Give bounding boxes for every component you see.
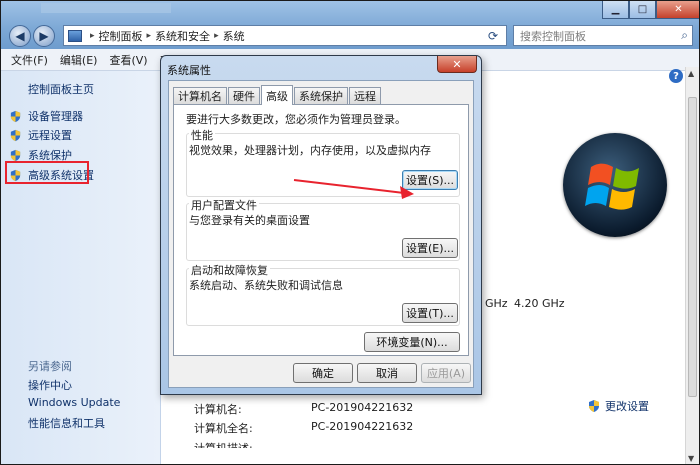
apply-button[interactable]: 应用(A) (421, 363, 471, 383)
startup-recovery-settings-button[interactable]: 设置(T)... (402, 303, 458, 323)
menu-view[interactable]: 查看(V) (103, 52, 153, 68)
user-profiles-settings-button[interactable]: 设置(E)... (402, 238, 458, 258)
user-profiles-group: 用户配置文件 与您登录有关的桌面设置 设置(E)... (186, 197, 460, 261)
see-also-windows-update[interactable]: Windows Update (28, 396, 120, 409)
back-button[interactable]: ◀ (9, 25, 31, 47)
sidebar-item-label: 远程设置 (28, 129, 72, 142)
full-computer-name-value: PC-201904221632 (311, 420, 414, 433)
close-button[interactable]: ✕ (656, 1, 699, 19)
tab-advanced[interactable]: 高级 (261, 85, 293, 105)
tab-strip: 计算机名 硬件 高级 系统保护 远程 (173, 84, 382, 105)
window-controls: ▁ □ ✕ (602, 1, 699, 19)
refresh-icon[interactable]: ⟳ (483, 27, 503, 44)
admin-note: 要进行大多数更改，您必须作为管理员登录。 (186, 113, 406, 126)
cpu-speed-unit: GHz (485, 297, 508, 310)
tab-hardware[interactable]: 硬件 (228, 87, 260, 104)
performance-label: 性能 (189, 127, 215, 143)
cancel-button[interactable]: 取消 (357, 363, 417, 383)
see-also-performance-info[interactable]: 性能信息和工具 (28, 415, 105, 431)
tab-remote[interactable]: 远程 (349, 87, 381, 104)
performance-description: 视觉效果，处理器计划，内存使用，以及虚拟内存 (189, 144, 431, 157)
windows-flag-icon (585, 163, 639, 210)
dialog-close-button[interactable]: ✕ (437, 56, 477, 73)
tab-system-protection[interactable]: 系统保护 (294, 87, 348, 104)
maximize-button[interactable]: □ (629, 1, 656, 19)
computer-description-label: 计算机描述: (194, 440, 253, 448)
vertical-scrollbar[interactable]: ▲ ▼ (685, 67, 699, 464)
forward-button[interactable]: ▶ (33, 25, 55, 47)
sidebar-item-label: 设备管理器 (28, 110, 83, 123)
help-icon[interactable]: ? (669, 69, 683, 83)
search-input[interactable]: 搜索控制面板 ⌕ (513, 25, 693, 46)
sidebar-item-device-manager[interactable]: 设备管理器 (9, 108, 83, 124)
chevron-right-icon: ▸ (90, 30, 95, 41)
change-settings-link[interactable]: 更改设置 (587, 398, 649, 414)
sidebar: 控制面板主页 设备管理器 远程设置 系统保护 高级系统设置 另请参阅 操作中心 … (1, 71, 161, 464)
menu-edit[interactable]: 编辑(E) (54, 52, 104, 68)
shield-icon (589, 400, 599, 412)
annotation-arrow (293, 179, 414, 199)
chevron-right-icon: ▸ (214, 30, 219, 41)
dialog-body: 计算机名 硬件 高级 系统保护 远程 要进行大多数更改，您必须作为管理员登录。 … (168, 80, 474, 388)
see-also-action-center[interactable]: 操作中心 (28, 377, 72, 393)
address-bar[interactable]: ▸ 控制面板 ▸ 系统和安全 ▸ 系统 (63, 25, 507, 46)
scroll-up-icon[interactable]: ▲ (688, 69, 694, 78)
computer-name-value: PC-201904221632 (311, 401, 414, 414)
shield-icon (10, 149, 21, 161)
scroll-thumb[interactable] (688, 97, 697, 397)
control-panel-icon (68, 29, 82, 42)
startup-recovery-label: 启动和故障恢复 (189, 262, 270, 278)
search-placeholder: 搜索控制面板 (520, 29, 586, 43)
breadcrumb-item[interactable]: 控制面板 (99, 28, 143, 44)
breadcrumb-item[interactable]: 系统和安全 (155, 28, 210, 44)
shield-icon (10, 110, 21, 122)
computer-name-label: 计算机名: (194, 403, 242, 416)
sidebar-home-link[interactable]: 控制面板主页 (28, 81, 94, 97)
ok-button[interactable]: 确定 (293, 363, 353, 383)
cpu-speed-value: 4.20 GHz (514, 297, 565, 310)
breadcrumb-item[interactable]: 系统 (223, 28, 245, 44)
advanced-tab-panel: 要进行大多数更改，您必须作为管理员登录。 性能 视觉效果，处理器计划，内存使用，… (173, 104, 469, 356)
user-profiles-label: 用户配置文件 (189, 197, 259, 213)
windows-logo-icon (563, 133, 667, 237)
window-title-area (41, 3, 171, 13)
shield-icon (10, 129, 21, 141)
search-icon[interactable]: ⌕ (681, 28, 688, 43)
environment-variables-button[interactable]: 环境变量(N)... (364, 332, 460, 352)
annotation-highlight-box (5, 161, 89, 184)
see-also-heading: 另请参阅 (28, 360, 72, 373)
change-settings-label: 更改设置 (605, 400, 649, 413)
startup-recovery-group: 启动和故障恢复 系统启动、系统失败和调试信息 设置(T)... (186, 262, 460, 326)
menu-file[interactable]: 文件(F) (5, 52, 54, 68)
nav-buttons: ◀ ▶ (9, 25, 57, 47)
system-properties-dialog: 系统属性 ✕ 计算机名 硬件 高级 系统保护 远程 要进行大多数更改，您必须作为… (160, 55, 482, 395)
startup-recovery-description: 系统启动、系统失败和调试信息 (189, 279, 343, 292)
full-computer-name-label: 计算机全名: (194, 422, 253, 435)
dialog-title: 系统属性 (167, 64, 211, 77)
user-profiles-description: 与您登录有关的桌面设置 (189, 214, 310, 227)
window-frame: ▁ □ ✕ ◀ ▶ ▸ 控制面板 ▸ 系统和安全 ▸ 系统 ⟳ 搜索控制面板 ⌕ (1, 1, 699, 49)
chevron-right-icon: ▸ (146, 30, 152, 41)
sidebar-item-remote-settings[interactable]: 远程设置 (9, 127, 72, 143)
scroll-down-icon[interactable]: ▼ (688, 454, 694, 463)
minimize-button[interactable]: ▁ (602, 1, 629, 19)
tab-computer-name[interactable]: 计算机名 (173, 87, 227, 104)
